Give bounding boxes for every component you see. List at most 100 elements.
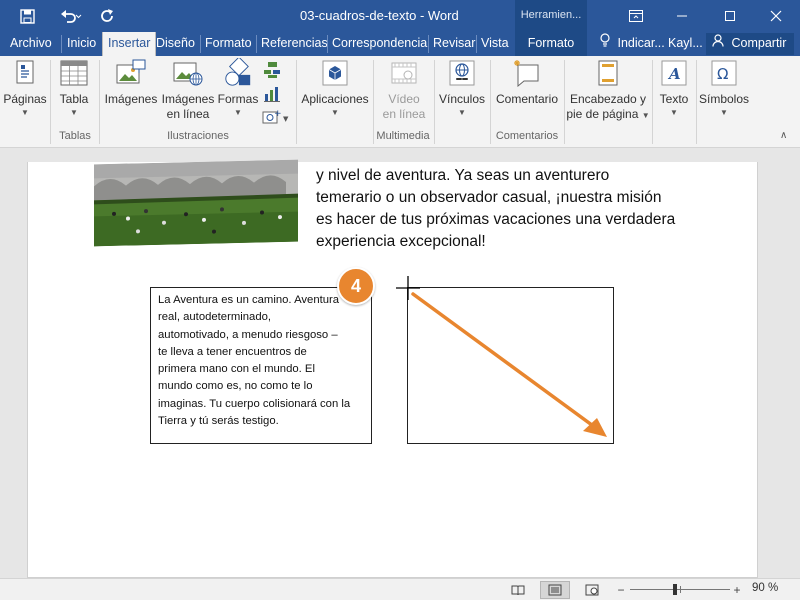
park-photo (94, 159, 298, 247)
label-line-2: pie de página (566, 107, 639, 121)
tab-formato[interactable]: Formato (200, 32, 257, 56)
text-box-new[interactable] (407, 287, 614, 444)
textbox-line: te lleva a tener encuentros de (158, 345, 307, 358)
tab-inicio[interactable]: Inicio (62, 32, 101, 56)
simbolos-button[interactable]: Ω Símbolos ▼ (698, 58, 750, 118)
tab-correspondencia[interactable]: Correspondencia (327, 32, 432, 56)
tab-archivo[interactable]: Archivo (5, 32, 57, 56)
collapse-ribbon-icon[interactable]: ∧ (780, 130, 787, 141)
contextual-group-title: Herramien... (520, 9, 582, 21)
chevron-down-icon: ▼ (70, 108, 78, 117)
formas-button[interactable]: Formas ▼ (216, 58, 260, 118)
chart-icon[interactable] (263, 85, 281, 103)
textbox-line: primera mano con el mundo. El (158, 363, 315, 376)
zoom-percentage[interactable]: 90 % (752, 582, 778, 594)
chevron-down-icon: ▼ (458, 108, 466, 117)
text-box-quote[interactable]: La Aventura es un camino. Aventura real,… (150, 287, 372, 444)
imagenes-en-linea-label: Imágenes en línea (160, 92, 216, 122)
document-title: 03-cuadros-de-texto - Word (300, 8, 459, 23)
apps-icon (320, 58, 350, 88)
person-icon (712, 33, 728, 54)
vinculos-button[interactable]: Vínculos ▼ (436, 58, 488, 118)
comentario-button[interactable]: Comentario (492, 58, 562, 107)
group-separator (50, 60, 51, 144)
vinculos-label: Vínculos (438, 92, 486, 106)
group-separator (296, 60, 297, 144)
body-line: temerario o un observador casual, ¡nuest… (316, 189, 662, 206)
video-en-linea-button[interactable]: Vídeo en línea (376, 58, 432, 122)
table-icon (59, 58, 89, 88)
print-layout-icon[interactable] (540, 581, 570, 599)
omega-icon: Ω (709, 58, 739, 88)
zoom-out-icon[interactable]: − (614, 581, 628, 599)
imagenes-label: Imágenes (104, 92, 158, 106)
lightbulb-icon (600, 32, 614, 54)
redo-icon[interactable] (90, 0, 124, 32)
tab-formato-contextual[interactable]: Formato (515, 32, 587, 56)
imagenes-button[interactable]: Imágenes (104, 58, 158, 107)
web-layout-icon[interactable] (582, 581, 602, 599)
texto-button[interactable]: A Texto ▼ (654, 58, 694, 118)
tab-insertar[interactable]: Insertar (102, 32, 157, 56)
tell-me-search[interactable]: Indicar... (600, 32, 665, 56)
group-label-comentarios: Comentarios (495, 130, 559, 142)
group-separator (434, 60, 435, 144)
undo-icon[interactable] (56, 0, 86, 32)
textbox-line: mundo como es, no como te lo (158, 380, 313, 393)
save-icon[interactable] (10, 0, 44, 32)
zoom-slider-thumb[interactable] (673, 584, 677, 595)
aplicaciones-label: Aplicaciones (301, 92, 369, 106)
chevron-down-icon: ▼ (234, 108, 242, 117)
read-mode-icon[interactable] (508, 581, 528, 599)
paginas-label: Páginas (3, 92, 47, 106)
label-line-1: Encabezado y (569, 92, 647, 106)
tab-referencias[interactable]: Referencias (256, 32, 333, 56)
share-label: Compartir (731, 36, 787, 50)
zoom-in-icon[interactable]: + (730, 581, 744, 599)
formas-label: Formas (217, 92, 259, 106)
paginas-button[interactable]: Páginas ▼ (2, 58, 48, 118)
label-line-2: en línea (166, 107, 210, 121)
zoom-slider[interactable] (630, 584, 730, 595)
chevron-down-icon: ▼ (331, 108, 339, 117)
encabezado-pie-button[interactable]: Encabezado y pie de página ▼ (566, 58, 650, 123)
body-line: es hacer de tus próximas vacaciones una … (316, 211, 676, 228)
user-account[interactable]: Kayl... (668, 32, 703, 56)
textbox-line: Tierra y tú serás testigo. (158, 415, 279, 428)
textbox-line: imaginas. Tu cuerpo colisionará con la (158, 397, 351, 410)
label-line-1: Imágenes (161, 92, 215, 106)
ribbon-display-icon[interactable] (616, 0, 656, 32)
link-icon (447, 58, 477, 88)
simbolos-label: Símbolos (698, 92, 750, 106)
label-line-1: Vídeo (388, 92, 420, 106)
smartart-icon[interactable] (263, 61, 281, 79)
screenshot-icon[interactable]: + ▼ (262, 108, 292, 126)
group-label-tablas: Tablas (59, 130, 91, 142)
tab-vista[interactable]: Vista (476, 32, 514, 56)
label-line-2: en línea (382, 107, 426, 121)
maximize-icon[interactable] (710, 0, 750, 32)
close-icon[interactable] (756, 0, 796, 32)
tabla-button[interactable]: Tabla ▼ (54, 58, 94, 118)
step-number-badge: 4 (337, 267, 375, 305)
zoom-slider-center-tick (680, 586, 681, 593)
chevron-down-icon: ▼ (670, 108, 678, 117)
share-button[interactable]: Compartir (706, 33, 794, 55)
tabla-label: Tabla (59, 92, 89, 106)
body-line: experiencia excepcional! (316, 233, 486, 250)
texto-label: Texto (659, 92, 689, 106)
imagenes-en-linea-button[interactable]: Imágenes en línea (160, 58, 216, 122)
ribbon: Páginas ▼ Tabla ▼ Tablas Imágenes Imágen… (0, 56, 800, 148)
document-body-text[interactable]: y nivel de aventura. Ya seas un aventure… (316, 165, 676, 253)
svg-text:Ω: Ω (717, 65, 728, 83)
minimize-icon[interactable] (662, 0, 702, 32)
tab-diseno[interactable]: Diseño (151, 32, 200, 56)
group-separator (564, 60, 565, 144)
svg-text:A: A (667, 65, 681, 83)
video-icon (389, 58, 419, 88)
aplicaciones-button[interactable]: Aplicaciones ▼ (298, 58, 372, 118)
video-label: Vídeo en línea (376, 92, 432, 122)
encabezado-label: Encabezado y pie de página ▼ (566, 92, 650, 121)
new-comment-icon (512, 58, 542, 88)
tab-revisar[interactable]: Revisar (428, 32, 480, 56)
